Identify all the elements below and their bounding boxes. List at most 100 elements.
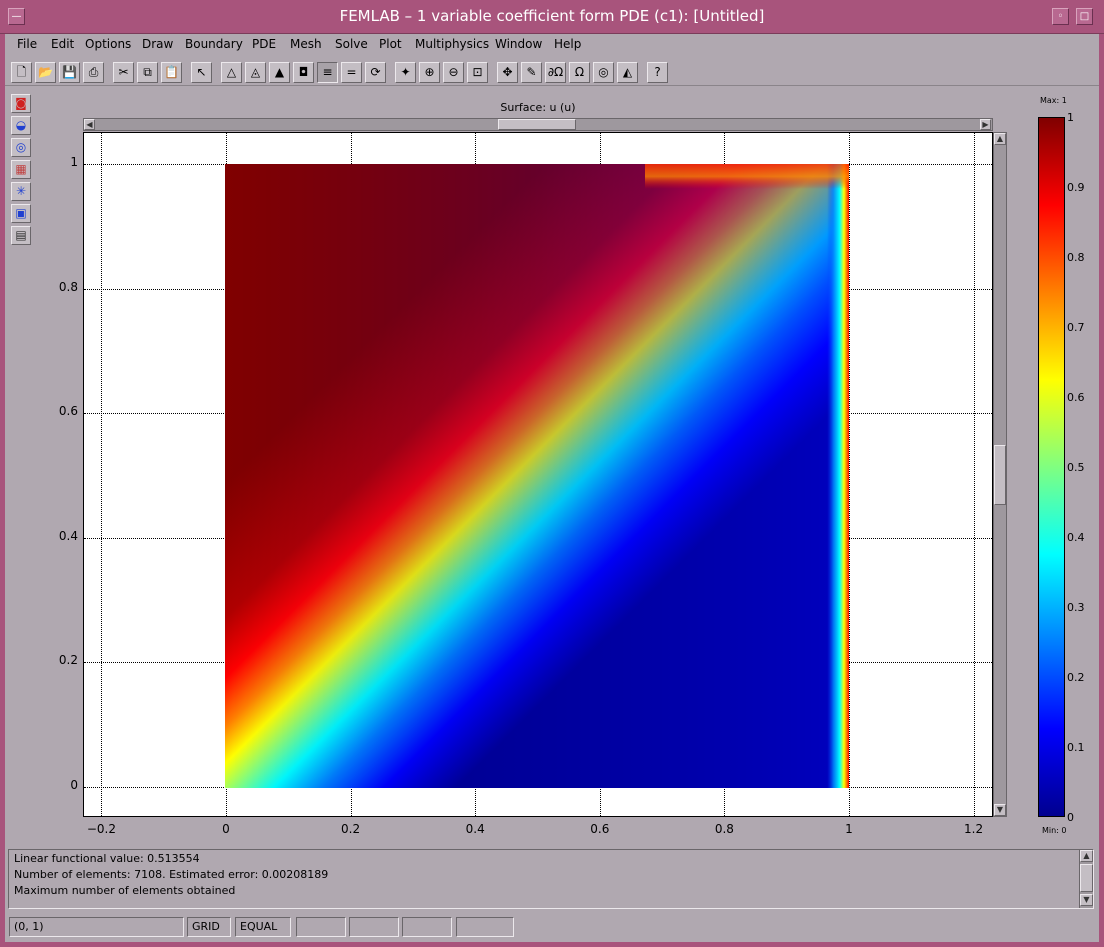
animation-icon[interactable]: ▤ <box>11 226 31 245</box>
menu-plot[interactable]: Plot <box>379 37 402 51</box>
horizontal-scroll-thumb[interactable] <box>498 119 576 130</box>
menu-draw[interactable]: Draw <box>142 37 173 51</box>
arrow-plot-icon[interactable]: ✳ <box>11 182 31 201</box>
status-bar: (0, 1) GRID EQUAL <box>5 914 1099 942</box>
message-line: Number of elements: 7108. Estimated erro… <box>14 868 329 881</box>
maximize-button[interactable]: □ <box>1076 8 1093 25</box>
x-tick-label: 1.2 <box>964 822 984 836</box>
cut-icon[interactable]: ✂ <box>113 62 134 83</box>
menu-help[interactable]: Help <box>554 37 581 51</box>
refine-selected-icon[interactable]: ▲ <box>269 62 290 83</box>
vertical-scroll-thumb[interactable] <box>994 445 1006 505</box>
menu-solve[interactable]: Solve <box>335 37 368 51</box>
edit-icon[interactable]: ✎ <box>521 62 542 83</box>
jiggle-mesh-icon[interactable]: ◘ <box>293 62 314 83</box>
help-icon[interactable]: ? <box>647 62 668 83</box>
colorbar-tick-label: 0.4 <box>1067 531 1085 544</box>
zoom-window-icon[interactable]: ⊡ <box>467 62 488 83</box>
message-line: Maximum number of elements obtained <box>14 884 236 897</box>
restart-icon[interactable]: ⟳ <box>365 62 386 83</box>
vertical-scrollbar[interactable]: ▲ ▼ <box>993 132 1007 817</box>
window-frame-left <box>0 34 5 947</box>
menu-file[interactable]: File <box>17 37 37 51</box>
horizontal-scrollbar[interactable]: ◀ ▶ <box>83 118 993 131</box>
colorbar-tick-label: 0.8 <box>1067 251 1085 264</box>
window-titlebar[interactable]: — FEMLAB – 1 variable coefficient form P… <box>0 0 1104 34</box>
pointer-icon[interactable]: ↖ <box>191 62 212 83</box>
scroll-up-icon[interactable]: ▲ <box>1080 850 1093 862</box>
status-cell[interactable] <box>456 917 514 937</box>
colorbar-max-label: Max: 1 <box>1040 96 1067 105</box>
menu-mesh[interactable]: Mesh <box>290 37 322 51</box>
menu-bar: File Edit Options Draw Boundary PDE Mesh… <box>5 34 1099 56</box>
mesh-plot-icon[interactable]: ▣ <box>11 204 31 223</box>
colorbar-tick-label: 0.2 <box>1067 671 1085 684</box>
x-tick-label: 0.2 <box>341 822 361 836</box>
plot-axes[interactable] <box>83 132 993 817</box>
surface-plot[interactable] <box>225 164 849 788</box>
y-tick-label: 0.2 <box>58 653 78 668</box>
paste-icon[interactable]: 📋 <box>161 62 182 83</box>
status-cell[interactable] <box>296 917 346 937</box>
colorbar-tick-label: 0.7 <box>1067 321 1085 334</box>
colorbar-min-label: Min: 0 <box>1042 826 1067 835</box>
menu-edit[interactable]: Edit <box>51 37 74 51</box>
x-tick-label: 1 <box>845 822 853 836</box>
status-cell[interactable] <box>349 917 399 937</box>
message-scroll-thumb[interactable] <box>1080 864 1093 892</box>
menu-options[interactable]: Options <box>85 37 131 51</box>
colorbar-tick-label: 0 <box>1067 811 1074 824</box>
message-log: Linear functional value: 0.513554 Number… <box>8 849 1094 909</box>
colorbar-tick-label: 0.5 <box>1067 461 1085 474</box>
subdomain-settings-icon[interactable]: Ω <box>569 62 590 83</box>
menu-boundary[interactable]: Boundary <box>185 37 243 51</box>
grid-toggle[interactable]: GRID <box>187 917 231 937</box>
scroll-left-icon[interactable]: ◀ <box>84 119 95 130</box>
minimize-button[interactable]: ◦ <box>1052 8 1069 25</box>
window-title: FEMLAB – 1 variable coefficient form PDE… <box>339 7 765 25</box>
colorbar-tick-label: 0.1 <box>1067 741 1085 754</box>
mesh-settings-icon[interactable]: ◎ <box>593 62 614 83</box>
surface-plot-icon[interactable]: ◙ <box>11 94 31 113</box>
3d-surface-icon[interactable]: ◒ <box>11 116 31 135</box>
plot-icon[interactable]: ◭ <box>617 62 638 83</box>
x-tick-label: 0.4 <box>465 822 485 836</box>
scroll-up-icon[interactable]: ▲ <box>994 133 1006 145</box>
scroll-down-icon[interactable]: ▼ <box>1080 894 1093 906</box>
colorbar-tick-label: 0.9 <box>1067 181 1085 194</box>
gridline-vertical <box>849 133 850 816</box>
scroll-right-icon[interactable]: ▶ <box>980 119 991 130</box>
equal-toggle[interactable]: EQUAL <box>235 917 291 937</box>
main-toolbar: 🗋📂💾⎙✂⧉📋↖△◬▲◘≡=⟳✦⊕⊖⊡✥✎∂ΩΩ◎Σ◭? <box>5 58 1099 86</box>
gridline-vertical <box>973 133 975 816</box>
solve-problem-icon[interactable]: ≡ <box>317 62 338 83</box>
boundary-settings-icon[interactable]: ∂Ω <box>545 62 566 83</box>
y-tick-label: 0.8 <box>58 279 78 294</box>
scroll-down-icon[interactable]: ▼ <box>994 804 1006 816</box>
menu-pde[interactable]: PDE <box>252 37 276 51</box>
zoom-out-icon[interactable]: ⊖ <box>443 62 464 83</box>
open-icon[interactable]: 📂 <box>35 62 56 83</box>
copy-icon[interactable]: ⧉ <box>137 62 158 83</box>
message-line: Linear functional value: 0.513554 <box>14 852 200 865</box>
zoom-in-icon[interactable]: ⊕ <box>419 62 440 83</box>
init-mesh-icon[interactable]: △ <box>221 62 242 83</box>
menu-window[interactable]: Window <box>495 37 542 51</box>
y-tick-label: 0 <box>70 778 78 792</box>
status-cell[interactable] <box>402 917 452 937</box>
equal-icon[interactable]: = <box>341 62 362 83</box>
y-tick-label: 1 <box>70 155 78 169</box>
new-icon[interactable]: 🗋 <box>11 62 32 83</box>
print-icon[interactable]: ⎙ <box>83 62 104 83</box>
x-tick-label: −0.2 <box>86 822 116 836</box>
y-tick-label: 0.4 <box>58 528 78 543</box>
plot-parameters-icon[interactable]: ✦ <box>395 62 416 83</box>
refine-mesh-icon[interactable]: ◬ <box>245 62 266 83</box>
save-icon[interactable]: 💾 <box>59 62 80 83</box>
menu-multiphysics[interactable]: Multiphysics <box>415 37 489 51</box>
boundary-plot-icon[interactable]: ▦ <box>11 160 31 179</box>
message-scrollbar[interactable]: ▲ ▼ <box>1079 850 1093 908</box>
x-tick-label: 0.6 <box>590 822 610 836</box>
contour-plot-icon[interactable]: ◎ <box>11 138 31 157</box>
zoom-extents-icon[interactable]: ✥ <box>497 62 518 83</box>
